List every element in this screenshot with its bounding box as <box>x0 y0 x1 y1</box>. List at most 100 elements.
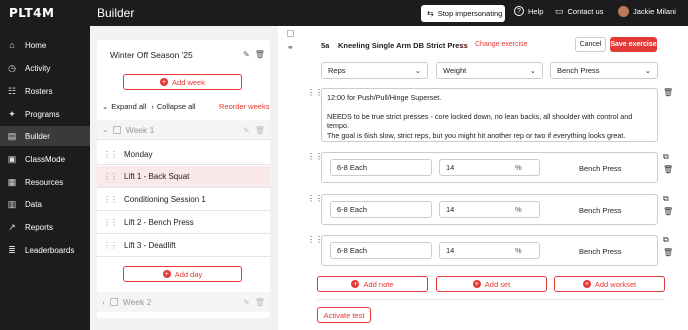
week-actions: ✎ 🗑 <box>243 126 265 135</box>
add-workset-button[interactable]: + Add workset <box>554 276 665 292</box>
add-note-button[interactable]: + Add note <box>317 276 428 292</box>
link-icon[interactable]: ⚭ <box>287 43 294 52</box>
sidebar-item-programs[interactable]: ✦ Programs <box>0 104 90 124</box>
help-link[interactable]: ? Help <box>514 6 543 16</box>
drag-handle-icon[interactable]: ⋮⋮ <box>103 172 118 181</box>
copy-icon[interactable]: ⧉ <box>663 194 669 204</box>
avatar <box>618 6 629 17</box>
divider <box>317 299 665 300</box>
exercise-name: Kneeling Single Arm DB Strict Press <box>338 41 468 50</box>
reports-icon: ↗ <box>8 221 16 232</box>
trash-icon[interactable]: 🗑 <box>663 248 673 257</box>
weight-input[interactable]: 14% <box>439 242 540 259</box>
trash-icon[interactable]: 🗑 <box>663 207 673 216</box>
week-checkbox[interactable] <box>109 298 118 306</box>
user-menu[interactable]: Jackie Milani <box>618 6 676 17</box>
ref-label: Bench Press <box>579 247 622 256</box>
change-exercise-link[interactable]: Change exercise <box>475 41 528 48</box>
day-row-monday[interactable]: ⋮⋮ Monday <box>97 144 270 165</box>
add-set-label: Add set <box>484 279 511 289</box>
note-textarea[interactable]: 12:00 for Push/Pull/Hinge Superset. NEED… <box>321 88 658 142</box>
help-label: Help <box>528 6 544 16</box>
add-day-button[interactable]: + Add day <box>123 266 242 282</box>
plus-icon: + <box>582 280 591 288</box>
program-actions: ✎ 🗑 <box>243 50 265 59</box>
trash-icon[interactable]: 🗑 <box>255 126 265 135</box>
collapse-all-link[interactable]: Collapse all <box>157 102 196 111</box>
weight-input[interactable]: 14% <box>439 201 540 218</box>
day-row-bench-press[interactable]: ⋮⋮ Lift 2 - Bench Press <box>97 212 270 234</box>
day-row-back-squat[interactable]: ⋮⋮ Lift 1 - Back Squat <box>97 166 270 188</box>
edit-icon[interactable]: ✎ <box>243 126 250 135</box>
drag-handle-icon[interactable]: ⋮⋮ <box>103 241 118 250</box>
edit-icon[interactable]: ✎ <box>243 50 250 59</box>
unit-label: % <box>515 246 522 255</box>
trash-icon[interactable]: 🗑 <box>663 165 673 174</box>
sidebar-item-resources[interactable]: ▦ Resources <box>0 172 90 192</box>
sidebar-item-data[interactable]: ▥ Data <box>0 194 90 214</box>
expand-collapse-row: ⌄ Expand all › Collapse all Reorder week… <box>97 100 270 112</box>
note-line: 12:00 for Push/Pull/Hinge Superset. <box>327 93 442 102</box>
data-icon: ▥ <box>7 198 17 209</box>
sidebar-item-classmode[interactable]: ▣ ClassMode <box>0 149 90 169</box>
add-set-button[interactable]: + Add set <box>436 276 547 292</box>
drag-handle-icon[interactable]: ⋮⋮ <box>103 195 118 204</box>
reps-input[interactable]: 6-8 Each <box>330 159 432 176</box>
sidebar-item-home[interactable]: ⌂ Home <box>0 35 90 55</box>
app-logo[interactable]: PLT4M <box>9 6 54 20</box>
copy-icon[interactable]: ⧉ <box>663 152 669 162</box>
logo-text: PLT4M <box>9 6 55 20</box>
leaderboards-icon: ≣ <box>8 244 16 255</box>
expand-all-link[interactable]: Expand all <box>111 102 146 111</box>
unit-label: % <box>515 163 522 172</box>
day-label: Lift 1 - Back Squat <box>124 172 190 181</box>
day-row-deadlift[interactable]: ⋮⋮ Lift 3 - Deadlift <box>97 235 270 257</box>
exercise-checkbox[interactable] <box>287 30 294 37</box>
column-1-select[interactable]: Reps ⌄ <box>321 62 428 79</box>
trash-icon[interactable]: 🗑 <box>663 88 673 97</box>
week-1-header[interactable]: ⌄ Week 1 ✎ 🗑 <box>97 120 270 140</box>
reps-input[interactable]: 6-8 Each <box>330 201 432 218</box>
sidebar-item-reports[interactable]: ↗ Reports <box>0 217 90 237</box>
reps-value: 6-8 Each <box>337 163 368 172</box>
chevron-right-icon: › <box>102 297 105 307</box>
column-2-select[interactable]: Weight ⌄ <box>436 62 543 79</box>
video-icon[interactable]: ▭ <box>460 41 468 50</box>
activate-test-button[interactable]: Activate test <box>317 307 371 323</box>
sidebar-item-leaderboards[interactable]: ≣ Leaderboards <box>0 240 90 260</box>
drag-handle-icon[interactable]: ⋮⋮ <box>103 218 118 227</box>
cancel-button[interactable]: Cancel <box>575 37 606 52</box>
contact-link[interactable]: ▭ Contact us <box>555 6 603 17</box>
sidebar-item-label: Resources <box>25 177 64 187</box>
chevron-down-icon: ⌄ <box>102 101 109 111</box>
chevron-down-icon: ⌄ <box>644 66 651 75</box>
column-3-select[interactable]: Bench Press ⌄ <box>550 62 658 79</box>
chevron-down-icon: ⌄ <box>102 125 109 134</box>
week-title: Week 2 <box>122 297 152 307</box>
plus-icon: + <box>160 78 169 86</box>
weight-input[interactable]: 14% <box>439 159 540 176</box>
add-week-button[interactable]: + Add week <box>123 74 242 90</box>
day-row-conditioning[interactable]: ⋮⋮ Conditioning Session 1 <box>97 189 270 211</box>
reorder-weeks-link[interactable]: Reorder weeks <box>219 102 269 111</box>
save-exercise-button[interactable]: Save exercise <box>610 37 657 52</box>
reps-input[interactable]: 6-8 Each <box>330 242 432 259</box>
stop-impersonating-button[interactable]: ⇆ Stop impersonating <box>421 5 505 22</box>
trash-icon[interactable]: 🗑 <box>255 50 265 59</box>
trash-icon[interactable]: 🗑 <box>255 298 265 307</box>
week-2-header[interactable]: › Week 2 ✎ 🗑 <box>97 292 270 312</box>
sidebar-item-label: Reports <box>25 222 54 232</box>
week-title: Week 1 <box>125 124 155 135</box>
week-actions: ✎ 🗑 <box>243 298 265 307</box>
edit-icon[interactable]: ✎ <box>243 298 250 307</box>
sidebar-item-activity[interactable]: ◷ Activity <box>0 58 90 78</box>
cancel-label: Cancel <box>579 41 602 48</box>
sidebar-item-rosters[interactable]: ☷ Rosters <box>0 81 90 101</box>
drag-handle-icon[interactable]: ⋮⋮ <box>103 150 118 159</box>
sidebar-item-builder[interactable]: ▤ Builder <box>0 126 90 146</box>
day-label: Lift 3 - Deadlift <box>124 241 176 250</box>
week-checkbox[interactable] <box>112 125 121 134</box>
copy-icon[interactable]: ⧉ <box>663 235 669 245</box>
weight-value: 14 <box>446 163 455 172</box>
unit-label: % <box>515 205 522 214</box>
